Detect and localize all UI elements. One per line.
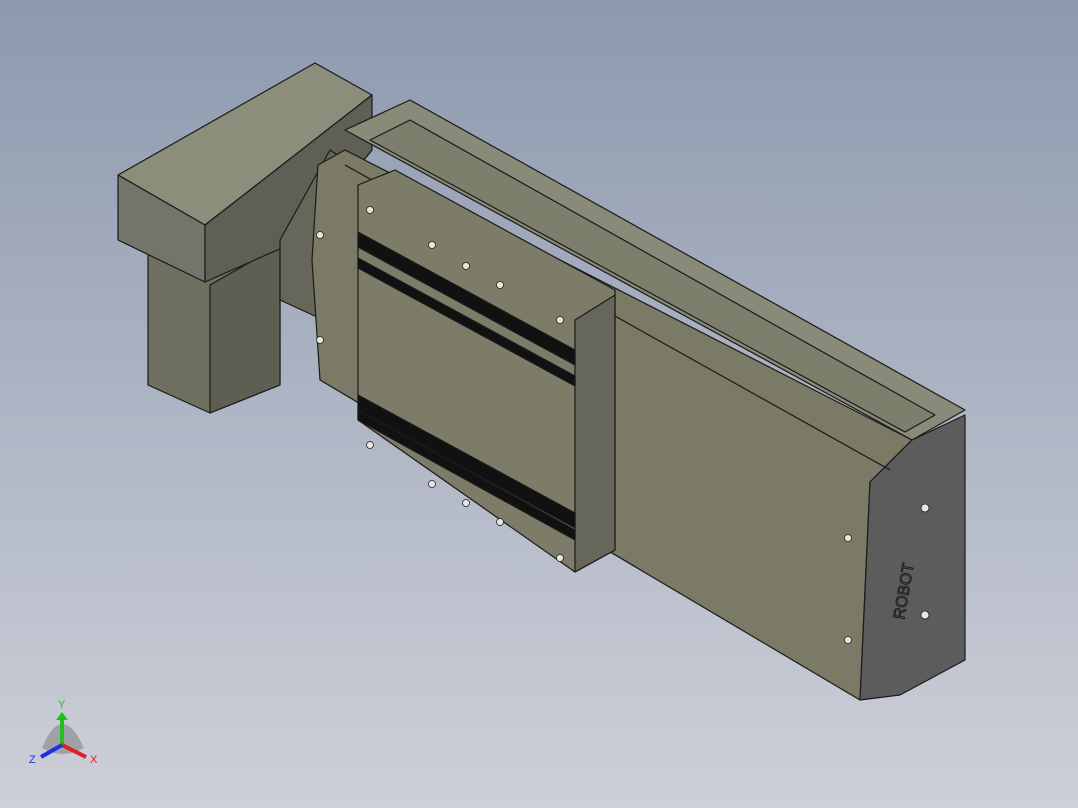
mounting-hole [366, 441, 374, 449]
mounting-hole [556, 316, 564, 324]
mounting-hole [496, 281, 504, 289]
axis-triad[interactable]: Y X Z [29, 699, 98, 766]
mounting-hole [366, 206, 374, 214]
mounting-hole [556, 554, 564, 562]
mounting-hole [844, 534, 852, 542]
mounting-hole [496, 518, 504, 526]
y-axis-head [56, 712, 68, 720]
z-axis-label: Z [29, 754, 36, 766]
mounting-hole [316, 336, 324, 344]
y-axis-label: Y [58, 699, 66, 711]
linear-actuator-model [117, 62, 966, 701]
mounting-hole [920, 503, 930, 513]
mounting-hole [844, 636, 852, 644]
carriage-side [574, 294, 616, 573]
x-axis-label: X [90, 754, 98, 766]
mounting-hole [428, 480, 436, 488]
mounting-hole [428, 241, 436, 249]
mounting-hole [920, 610, 930, 620]
mounting-hole [462, 262, 470, 270]
cad-viewport[interactable]: ROBOT Y X Z [0, 0, 1078, 808]
mounting-hole [462, 499, 470, 507]
mounting-hole [316, 231, 324, 239]
